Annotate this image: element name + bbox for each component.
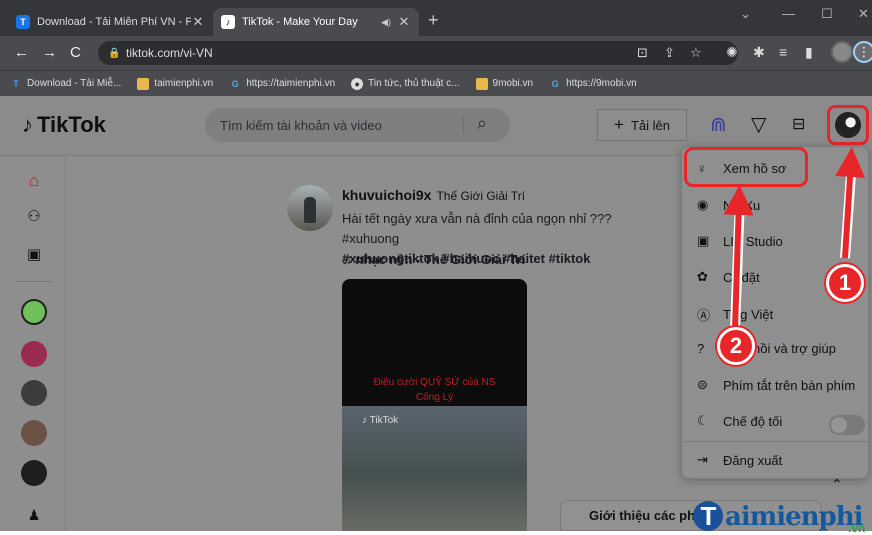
- tiktok-logo[interactable]: ♪ TikTok: [22, 112, 106, 138]
- menu-item-keyboard-shortcuts[interactable]: ⊜ Phím tắt trên bàn phím: [697, 377, 855, 393]
- tab-title: Download - Tải Miễn Phí VN - Ph: [37, 16, 191, 28]
- browser-menu-icon[interactable]: ⋮: [853, 41, 872, 63]
- gear-icon: ✿: [697, 269, 708, 284]
- folder-icon: [475, 77, 488, 90]
- folder-icon: [137, 77, 150, 90]
- menu-item-get-coins[interactable]: ◉ N Xu: [697, 197, 760, 213]
- following-icon[interactable]: ⚇: [22, 207, 46, 225]
- coin-icon: ◉: [697, 197, 709, 212]
- account-avatar[interactable]: [21, 460, 47, 486]
- post-music-link[interactable]: ♫ nhạc nền - Thế Giới Giải Trí: [342, 252, 525, 267]
- maximize-icon[interactable]: ☐: [821, 6, 833, 22]
- live-icon[interactable]: ▣: [22, 245, 46, 263]
- step-badge-2: 2: [717, 327, 755, 365]
- upload-button[interactable]: + Tải lên: [597, 109, 687, 141]
- bookmark-item[interactable]: T Download - Tải Miễ...: [10, 78, 121, 90]
- effect-house-icon[interactable]: ⋒: [710, 112, 727, 137]
- google-icon: G: [231, 78, 239, 89]
- bookmark-star-icon[interactable]: ☆: [690, 45, 702, 61]
- menu-item-logout[interactable]: ⇥ Đăng xuất: [697, 452, 782, 468]
- music-note-icon: ♫: [342, 252, 356, 267]
- tiktok-page: ♪ TikTok Tìm kiếm tài khoản và video ⌕ +…: [0, 96, 872, 535]
- browser-toolbar: ← → C 🔒 tiktok.com/vi-VN ⊡ ⇪ ☆ ✺ ✱ ≡ ▮: [0, 36, 872, 70]
- speaker-icon[interactable]: ◀): [381, 17, 397, 28]
- url-text: tiktok.com/vi-VN: [126, 46, 213, 60]
- tiktok-note-icon: ♪: [22, 112, 33, 137]
- post-author[interactable]: khuvuichoi9x Thế Giới Giải Trí: [342, 187, 525, 203]
- help-icon: ?: [697, 341, 705, 356]
- dark-mode-toggle[interactable]: [829, 415, 865, 435]
- profile-avatar-button[interactable]: [827, 105, 869, 145]
- bookmark-item[interactable]: 9mobi.vn: [475, 77, 533, 90]
- tab-title: TikTok - Make Your Day: [242, 16, 358, 28]
- window-close-icon[interactable]: ✕: [858, 6, 869, 22]
- reload-icon[interactable]: C: [70, 44, 81, 61]
- search-input[interactable]: Tìm kiếm tài khoản và video ⌕: [205, 108, 510, 142]
- bookmark-item[interactable]: taimienphi.vn: [137, 77, 213, 90]
- sidebar-divider: [16, 281, 52, 282]
- video-watermark: ♪ TikTok: [362, 415, 399, 426]
- step-badge-1: 1: [826, 264, 864, 302]
- bookmark-item[interactable]: ● Tin tức, thủ thuật c...: [351, 77, 460, 90]
- highlight-view-profile: [684, 147, 808, 187]
- globe-icon: ●: [351, 77, 364, 90]
- menu-item-dark-mode[interactable]: ☾ Chế độ tối: [697, 413, 782, 429]
- google-icon: G: [551, 78, 559, 89]
- browser-tab-tiktok[interactable]: ♪ TikTok - Make Your Day ◀) ✕: [213, 8, 419, 36]
- share-icon[interactable]: ⇪: [664, 45, 675, 61]
- send-message-icon[interactable]: ▽: [751, 112, 766, 137]
- new-tab-icon[interactable]: +: [428, 10, 439, 31]
- language-icon: Ⓐ: [697, 308, 711, 323]
- account-avatar[interactable]: [21, 420, 47, 446]
- logout-icon: ⇥: [697, 452, 708, 467]
- live-studio-icon: ▣: [697, 233, 710, 248]
- minimize-icon[interactable]: —: [782, 6, 795, 21]
- avatar-image: [835, 112, 861, 138]
- more-accounts-icon[interactable]: ♟: [22, 507, 46, 524]
- post-author-avatar[interactable]: [287, 185, 333, 231]
- search-divider: [463, 116, 464, 134]
- install-icon[interactable]: ⊡: [637, 45, 648, 61]
- bookmark-item[interactable]: Ghttps://taimienphi.vn: [229, 78, 335, 90]
- account-avatar[interactable]: [21, 380, 47, 406]
- bookmark-t-icon: T: [13, 78, 19, 89]
- lock-icon: 🔒: [108, 47, 121, 59]
- menu-item-settings[interactable]: ✿ Cà đặt: [697, 269, 760, 285]
- account-avatar[interactable]: [21, 341, 47, 367]
- search-icon[interactable]: ⌕: [477, 113, 487, 134]
- account-avatar[interactable]: [21, 299, 47, 325]
- bookmarks-bar: T Download - Tải Miễ... taimienphi.vn Ght…: [0, 70, 872, 96]
- plus-icon: +: [614, 115, 624, 134]
- video-overlay-text: Điệu cười QUỶ SỨ của NS Công Lý: [373, 377, 496, 403]
- moon-icon: ☾: [697, 413, 709, 428]
- menu-divider: [683, 441, 869, 442]
- browser-tab-strip: T Download - Tải Miễn Phí VN - Ph ✕ ♪ Ti…: [0, 0, 872, 36]
- menu-item-language[interactable]: Ⓐ Tng Việt: [697, 305, 773, 324]
- extension-icon[interactable]: ✺: [726, 44, 738, 61]
- puzzle-icon[interactable]: ✱: [753, 44, 765, 61]
- reading-list-icon[interactable]: ≡: [779, 44, 787, 60]
- bookmark-item[interactable]: Ghttps://9mobi.vn: [549, 78, 637, 90]
- chevron-up-icon[interactable]: ⌃: [831, 476, 843, 493]
- back-icon[interactable]: ←: [14, 44, 29, 61]
- profile-dropdown-menu: ♀ Xem hồ sơ ◉ N Xu ▣ LI Studio ✿ Cà đặt Ⓐ Tng Vi…: [681, 146, 869, 479]
- tab-search-icon[interactable]: ⌄: [740, 6, 751, 22]
- tab-close-icon[interactable]: ✕: [397, 14, 411, 30]
- forward-icon[interactable]: →: [42, 44, 57, 61]
- side-panel-icon[interactable]: ▮: [805, 44, 813, 61]
- browser-profile-icon[interactable]: [831, 41, 853, 63]
- browser-tab-download[interactable]: T Download - Tải Miễn Phí VN - Ph ✕: [8, 8, 213, 36]
- watermark-suffix: .vn: [848, 521, 866, 535]
- inbox-icon[interactable]: ⊟: [792, 114, 805, 134]
- post-video[interactable]: Điệu cười QUỶ SỨ của NS Công Lý ♪ TikTok: [342, 279, 527, 531]
- menu-item-live-studio[interactable]: ▣ LI Studio: [697, 233, 783, 249]
- sidebar: ⌂ ⚇ ▣ ♟: [0, 157, 66, 531]
- watermark-logo: Taimienphi: [693, 501, 864, 532]
- tiktok-favicon-icon: ♪: [221, 15, 235, 29]
- tab-favicon-icon: T: [16, 15, 30, 29]
- tab-close-icon[interactable]: ✕: [191, 14, 205, 30]
- keyboard-icon: ⊜: [697, 377, 708, 392]
- home-icon[interactable]: ⌂: [22, 171, 46, 191]
